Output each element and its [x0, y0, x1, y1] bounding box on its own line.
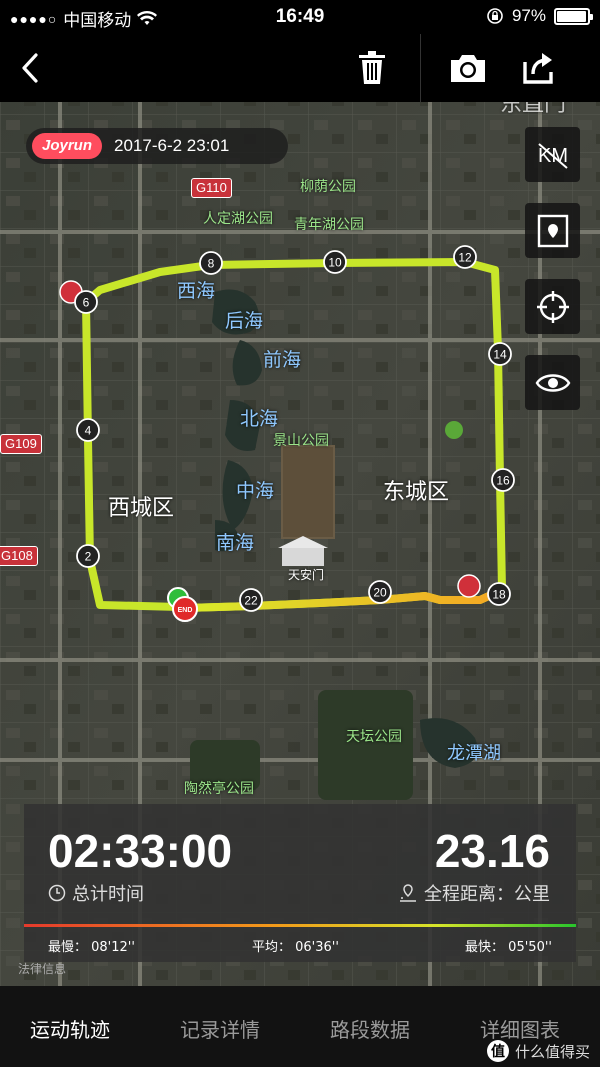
km-marker-label: 14	[493, 348, 507, 362]
road-g110: G110	[191, 178, 232, 198]
km-marker-6: 6	[74, 290, 98, 314]
trash-icon	[359, 51, 385, 84]
label-tiantan: 天坛公园	[346, 729, 402, 745]
camera-icon	[451, 55, 485, 82]
tab-segment-data[interactable]: 路段数据	[330, 1014, 410, 1043]
watermark: 值 什么值得买	[486, 1040, 590, 1062]
pace-gradient-bar	[24, 924, 576, 927]
rotation-lock-icon	[487, 8, 503, 24]
label-liuyin: 柳荫公园	[300, 179, 356, 195]
camera-button[interactable]	[444, 44, 492, 92]
label-nanhai: 南海	[216, 532, 255, 554]
km-marker-label: 20	[373, 586, 387, 600]
status-right: 97%	[486, 6, 593, 26]
back-icon	[22, 53, 38, 83]
locate-icon	[536, 290, 569, 323]
label-longtanhu: 龙潭湖	[447, 743, 501, 764]
total-duration: 02:33:00	[48, 825, 233, 877]
route-distance-icon	[400, 884, 416, 902]
status-bar: ●●●●○ 中国移动 16:49 97%	[0, 0, 600, 34]
locate-button[interactable]	[525, 279, 580, 334]
joyrun-logo: Joyrun	[32, 133, 103, 159]
duration-label-group: 总计时间	[48, 880, 144, 906]
clock-icon	[48, 884, 66, 902]
activity-badge: Joyrun 2017-6-2 23:01	[26, 128, 288, 164]
road-g109: G109	[0, 434, 42, 454]
km-marker-22: 22	[239, 588, 263, 612]
distance-label-group: 全程距离：公里	[398, 880, 550, 906]
tab-charts[interactable]: 详细图表	[480, 1014, 560, 1043]
km-marker-label: 8	[208, 257, 215, 271]
road-g108: G108	[0, 546, 38, 566]
km-marker-label: 16	[496, 474, 510, 488]
nav-divider	[420, 34, 421, 102]
km-marker-label: 2	[85, 550, 92, 564]
label-top-right: 东直门	[500, 102, 567, 117]
battery-icon	[554, 7, 593, 25]
map-legal-link[interactable]: 法律信息	[18, 960, 66, 977]
eye-icon	[535, 373, 570, 392]
km-marker-label: 10	[328, 256, 342, 270]
share-button[interactable]	[514, 44, 562, 92]
km-marker-10: 10	[323, 250, 347, 274]
battery-level	[557, 10, 587, 22]
distance-label: 全程距离：公里	[424, 884, 550, 905]
km-marker-label: 22	[244, 594, 258, 608]
watermark-text: 什么值得买	[514, 1042, 590, 1061]
map-icon	[537, 214, 568, 247]
label-jingshan: 景山公园	[273, 433, 329, 449]
km-marker-4: 4	[76, 418, 100, 442]
label-xicheng: 西城区	[108, 496, 175, 521]
label-taoranting: 陶然亭公园	[184, 781, 254, 797]
km-marker-18: 18	[487, 582, 511, 606]
battery-percent: 97%	[511, 6, 546, 25]
km-marker-20: 20	[368, 580, 392, 604]
activity-datetime: 2017-6-2 23:01	[114, 136, 230, 155]
forbidden-city	[281, 445, 335, 539]
map-style-button[interactable]	[525, 203, 580, 258]
label-qingnianhu: 青年湖公园	[294, 217, 364, 233]
label-dongcheng: 东城区	[383, 480, 450, 505]
label-zhonghai: 中海	[236, 480, 275, 502]
label-tiananmen: 天安门	[288, 568, 325, 582]
km-marker-16: 16	[491, 468, 515, 492]
tab-record-details[interactable]: 记录详情	[180, 1014, 260, 1043]
tab-track[interactable]: 运动轨迹	[30, 1014, 110, 1043]
km-marker-label: 4	[85, 424, 92, 438]
nav-bar	[0, 34, 600, 102]
label-renhu: 人定湖公园	[203, 211, 273, 227]
end-marker-label: END	[178, 607, 193, 614]
label-qianhai: 前海	[263, 349, 302, 371]
watermark-logo: 值	[486, 1040, 509, 1062]
visibility-button[interactable]	[525, 355, 580, 410]
km-marker-8: 8	[199, 251, 223, 275]
total-distance: 23.16	[434, 825, 550, 877]
km-toggle-icon: KM	[538, 142, 568, 169]
back-button[interactable]	[6, 44, 54, 92]
toggle-km-button[interactable]: KM	[525, 127, 580, 182]
km-marker-12: 12	[453, 245, 477, 269]
delete-button[interactable]	[348, 44, 396, 92]
km-marker-2: 2	[76, 544, 100, 568]
km-marker-label: 18	[492, 588, 506, 602]
share-icon	[523, 53, 553, 84]
label-beihai: 北海	[240, 408, 279, 430]
km-marker-label: 12	[458, 251, 472, 265]
km-marker-14: 14	[488, 342, 512, 366]
pace-fastest: 最快： 05'50''	[465, 940, 552, 955]
label-houhai: 后海	[225, 310, 264, 332]
pace-average: 平均： 06'36''	[252, 940, 339, 955]
km-marker-label: 6	[83, 296, 90, 310]
label-xihai: 西海	[177, 280, 216, 302]
stats-panel: 02:33:00 23.16 总计时间 全程距离：公里 最慢： 08'12'' …	[24, 804, 576, 962]
pace-slowest: 最慢： 08'12''	[48, 940, 135, 955]
duration-label: 总计时间	[72, 884, 144, 905]
